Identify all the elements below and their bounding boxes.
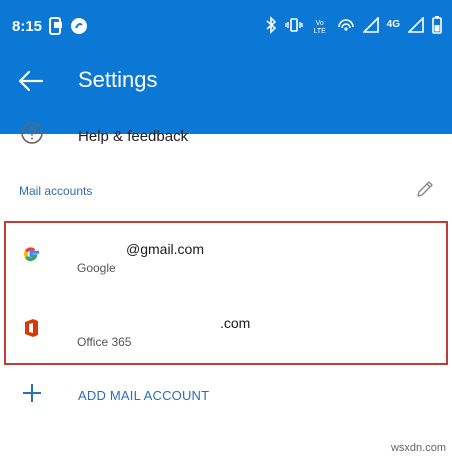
- edit-accounts-button[interactable]: [414, 178, 436, 205]
- plus-icon: [22, 383, 42, 408]
- volte-label: Vo LTE: [313, 19, 326, 35]
- status-bar: 8:15 Vo LTE 4G: [0, 0, 452, 58]
- bluetooth-icon: [265, 16, 277, 39]
- status-time: 8:15: [12, 18, 43, 35]
- signal-icon: [361, 16, 379, 38]
- toolbar: Settings: [0, 58, 452, 106]
- volte-icon: Vo LTE: [311, 20, 329, 36]
- watermark: wsxdn.com: [390, 442, 446, 454]
- signal-icon: [407, 16, 424, 38]
- vibrate-icon: [284, 17, 303, 38]
- help-feedback-item[interactable]: Help & feedback: [0, 113, 452, 159]
- hotspot-icon: [337, 17, 355, 38]
- account-provider: Office 365: [77, 335, 132, 349]
- battery-icon: [432, 16, 442, 39]
- network-4g-label: 4G: [386, 19, 400, 30]
- page-title: Settings: [78, 67, 158, 92]
- phone-notification-icon: [48, 17, 64, 40]
- section-title: Mail accounts: [19, 184, 93, 198]
- shazam-icon: [70, 17, 88, 40]
- pencil-icon: [417, 181, 433, 197]
- office-icon: [20, 317, 42, 344]
- add-mail-account-label: ADD MAIL ACCOUNT: [78, 388, 210, 403]
- mail-accounts-list: @gmail.com Google .com Office 365: [4, 221, 448, 365]
- back-button[interactable]: [16, 66, 50, 96]
- add-mail-account-button[interactable]: ADD MAIL ACCOUNT: [0, 375, 452, 415]
- help-icon: [20, 121, 44, 150]
- help-feedback-label: Help & feedback: [78, 128, 189, 145]
- account-item-google[interactable]: @gmail.com Google: [6, 235, 446, 293]
- arrow-left-icon: [18, 70, 44, 92]
- account-provider: Google: [77, 261, 116, 275]
- account-email: .com: [220, 315, 251, 331]
- google-icon: [20, 243, 42, 270]
- account-email: @gmail.com: [126, 241, 205, 257]
- account-item-office365[interactable]: .com Office 365: [6, 309, 446, 367]
- mail-accounts-header: Mail accounts: [0, 174, 452, 208]
